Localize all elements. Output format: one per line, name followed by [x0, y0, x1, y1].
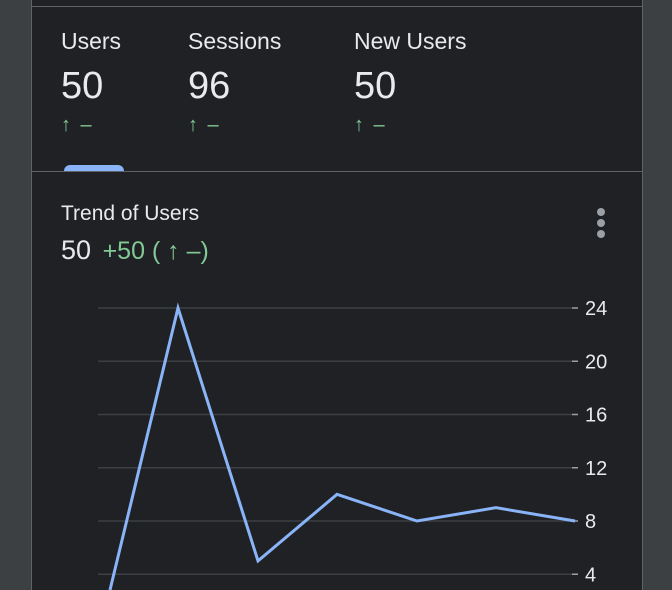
y-tick-label: 24 [585, 298, 607, 320]
y-tick-label: 4 [585, 564, 596, 586]
y-tick-label: 20 [585, 351, 607, 373]
analytics-card: Users 50 ↑ – Sessions 96 ↑ – New Users 5… [31, 0, 643, 590]
y-tick-label: 16 [585, 405, 607, 427]
y-tick-label: 8 [585, 511, 596, 533]
trend-chart: 4 8 12 16 20 24 [98, 298, 607, 590]
y-tick-label: 12 [585, 458, 607, 480]
series-line-users [108, 302, 576, 590]
